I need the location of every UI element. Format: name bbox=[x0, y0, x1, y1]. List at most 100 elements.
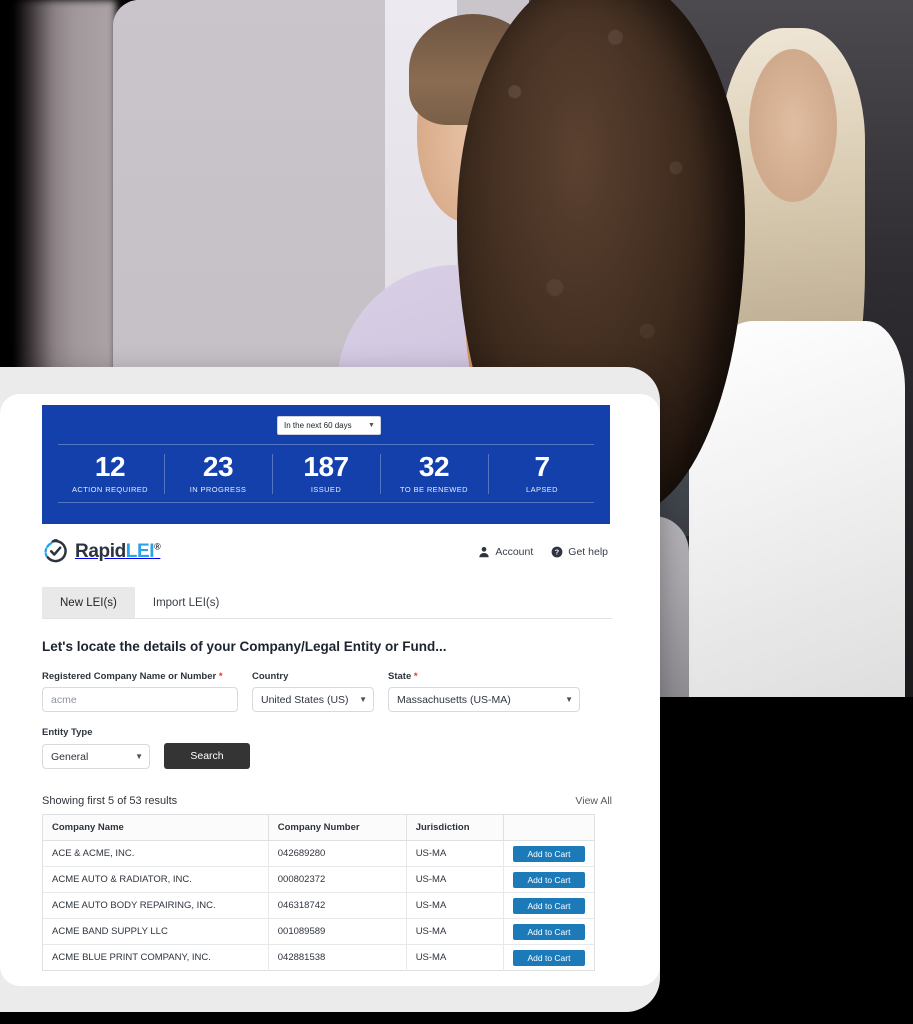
dashboard-card: In the next 60 days ▼ 12 ACTION REQUIRED… bbox=[0, 394, 660, 986]
search-form-row-1: Registered Company Name or Number * Coun… bbox=[42, 671, 612, 712]
cell-action: Add to Cart bbox=[503, 918, 595, 945]
stat-issued[interactable]: 187 ISSUED bbox=[272, 450, 380, 498]
table-row: ACME BLUE PRINT COMPANY, INC. 042881538 … bbox=[42, 944, 595, 971]
lei-tabs: New LEI(s) Import LEI(s) bbox=[42, 587, 612, 619]
cell-jurisdiction: US-MA bbox=[406, 918, 504, 945]
stat-label: ISSUED bbox=[310, 485, 342, 494]
add-to-cart-button[interactable]: Add to Cart bbox=[512, 871, 585, 888]
cell-company-number: 000802372 bbox=[268, 866, 407, 893]
period-select[interactable]: In the next 60 days bbox=[277, 416, 382, 435]
required-marker: * bbox=[218, 671, 223, 682]
table-row: ACE & ACME, INC. 042689280 US-MA Add to … bbox=[42, 840, 595, 867]
state-field-group: State * Massachusetts (US-MA) ▼ bbox=[388, 671, 580, 712]
account-link-label: Account bbox=[495, 545, 534, 558]
cell-company-number: 001089589 bbox=[268, 918, 407, 945]
cell-action: Add to Cart bbox=[503, 840, 595, 867]
stats-top-divider bbox=[58, 444, 594, 445]
cell-company-number: 042689280 bbox=[268, 840, 407, 867]
stat-in-progress[interactable]: 23 IN PROGRESS bbox=[164, 450, 272, 498]
column-header-jurisdiction: Jurisdiction bbox=[406, 814, 504, 841]
country-select[interactable]: United States (US) bbox=[252, 687, 374, 712]
state-select-wrap: Massachusetts (US-MA) ▼ bbox=[388, 687, 580, 712]
results-table: Company Name Company Number Jurisdiction… bbox=[42, 814, 595, 971]
cell-company-name: ACE & ACME, INC. bbox=[42, 840, 269, 867]
state-select[interactable]: Massachusetts (US-MA) bbox=[388, 687, 580, 712]
entity-type-select[interactable]: General bbox=[42, 744, 150, 769]
add-to-cart-button[interactable]: Add to Cart bbox=[512, 949, 585, 966]
stat-action-required[interactable]: 12 ACTION REQUIRED bbox=[56, 450, 164, 498]
add-to-cart-button[interactable]: Add to Cart bbox=[512, 897, 585, 914]
stat-label: TO BE RENEWED bbox=[400, 485, 468, 494]
logo-trademark: ® bbox=[154, 541, 161, 552]
company-field-group: Registered Company Name or Number * bbox=[42, 671, 238, 712]
question-circle-icon: ? bbox=[551, 546, 563, 558]
column-header-company-name: Company Name bbox=[42, 814, 269, 841]
table-row: ACME AUTO & RADIATOR, INC. 000802372 US-… bbox=[42, 866, 595, 893]
cell-jurisdiction: US-MA bbox=[406, 866, 504, 893]
stat-label: ACTION REQUIRED bbox=[71, 485, 148, 494]
state-field-label-text: State bbox=[388, 671, 412, 682]
stats-row: 12 ACTION REQUIRED 23 IN PROGRESS 187 IS… bbox=[56, 450, 596, 498]
dashboard-card-content: In the next 60 days ▼ 12 ACTION REQUIRED… bbox=[42, 394, 612, 971]
add-to-cart-button[interactable]: Add to Cart bbox=[512, 845, 585, 862]
tab-new-leis[interactable]: New LEI(s) bbox=[42, 587, 135, 618]
cell-company-name: ACME BLUE PRINT COMPANY, INC. bbox=[42, 944, 269, 971]
results-table-body: ACE & ACME, INC. 042689280 US-MA Add to … bbox=[42, 840, 595, 971]
table-header-row: Company Name Company Number Jurisdiction bbox=[42, 814, 595, 841]
cell-jurisdiction: US-MA bbox=[406, 840, 504, 867]
stat-value: 32 bbox=[418, 451, 450, 482]
cell-company-name: ACME AUTO & RADIATOR, INC. bbox=[42, 866, 269, 893]
country-select-wrap: United States (US) ▼ bbox=[252, 687, 374, 712]
get-help-link-label: Get help bbox=[568, 545, 608, 558]
stat-value: 7 bbox=[534, 451, 550, 482]
column-header-actions bbox=[503, 814, 595, 841]
question-circle-icon-svg: ? bbox=[551, 546, 563, 557]
stat-label: IN PROGRESS bbox=[189, 485, 247, 494]
cell-company-number: 042881538 bbox=[268, 944, 407, 971]
logo-text-lei: LEI bbox=[125, 540, 155, 562]
period-filter: In the next 60 days ▼ bbox=[56, 416, 596, 435]
rapidlei-logo[interactable]: RapidLEI® bbox=[42, 538, 161, 565]
header-links: Account ? Get help bbox=[478, 546, 608, 558]
cell-action: Add to Cart bbox=[503, 945, 594, 971]
stats-banner: In the next 60 days ▼ 12 ACTION REQUIRED… bbox=[42, 405, 610, 524]
cell-company-number: 046318742 bbox=[268, 892, 407, 919]
cell-action: Add to Cart bbox=[503, 892, 595, 919]
stat-lapsed[interactable]: 7 LAPSED bbox=[488, 450, 596, 498]
svg-text:?: ? bbox=[555, 547, 559, 556]
get-help-link[interactable]: ? Get help bbox=[551, 546, 608, 558]
form-heading: Let's locate the details of your Company… bbox=[42, 639, 447, 654]
country-field-label-text: Country bbox=[252, 671, 289, 682]
logo-wordmark: RapidLEI® bbox=[75, 540, 161, 563]
cell-company-name: ACME AUTO BODY REPAIRING, INC. bbox=[42, 892, 269, 919]
results-table-head: Company Name Company Number Jurisdiction bbox=[42, 814, 595, 841]
brand-header: RapidLEI® Account ? Get help bbox=[42, 538, 612, 565]
stat-value: 12 bbox=[94, 451, 126, 482]
company-field-label-text: Registered Company Name or Number bbox=[42, 671, 217, 682]
cell-jurisdiction: US-MA bbox=[406, 944, 504, 971]
results-count: Showing first 5 of 53 results bbox=[42, 795, 178, 807]
table-row: ACME AUTO BODY REPAIRING, INC. 046318742… bbox=[42, 892, 595, 919]
tab-import-leis[interactable]: Import LEI(s) bbox=[135, 587, 237, 618]
company-name-input[interactable] bbox=[42, 687, 238, 712]
search-form-row-2: General ▼ Search bbox=[42, 743, 612, 769]
page-root: In the next 60 days ▼ 12 ACTION REQUIRED… bbox=[0, 0, 913, 1024]
view-all-link[interactable]: View All bbox=[575, 795, 612, 807]
user-icon-svg bbox=[479, 546, 489, 557]
entity-type-label-wrap: Entity Type bbox=[42, 727, 612, 738]
column-header-company-number: Company Number bbox=[268, 814, 407, 841]
company-field-label: Registered Company Name or Number * bbox=[42, 671, 238, 682]
search-button[interactable]: Search bbox=[164, 743, 250, 769]
stat-label: LAPSED bbox=[526, 485, 558, 494]
results-header: Showing first 5 of 53 results View All bbox=[42, 795, 612, 807]
scene-person-blonde-head bbox=[749, 48, 837, 203]
cell-company-name: ACME BAND SUPPLY LLC bbox=[42, 918, 269, 945]
required-marker: * bbox=[413, 671, 418, 682]
cell-jurisdiction: US-MA bbox=[406, 892, 504, 919]
account-link[interactable]: Account bbox=[478, 546, 533, 558]
stats-bottom-divider bbox=[58, 502, 594, 503]
entity-type-label-text: Entity Type bbox=[42, 727, 93, 738]
entity-type-field-label: Entity Type bbox=[42, 727, 612, 738]
stat-to-be-renewed[interactable]: 32 TO BE RENEWED bbox=[380, 450, 488, 498]
add-to-cart-button[interactable]: Add to Cart bbox=[512, 923, 585, 940]
